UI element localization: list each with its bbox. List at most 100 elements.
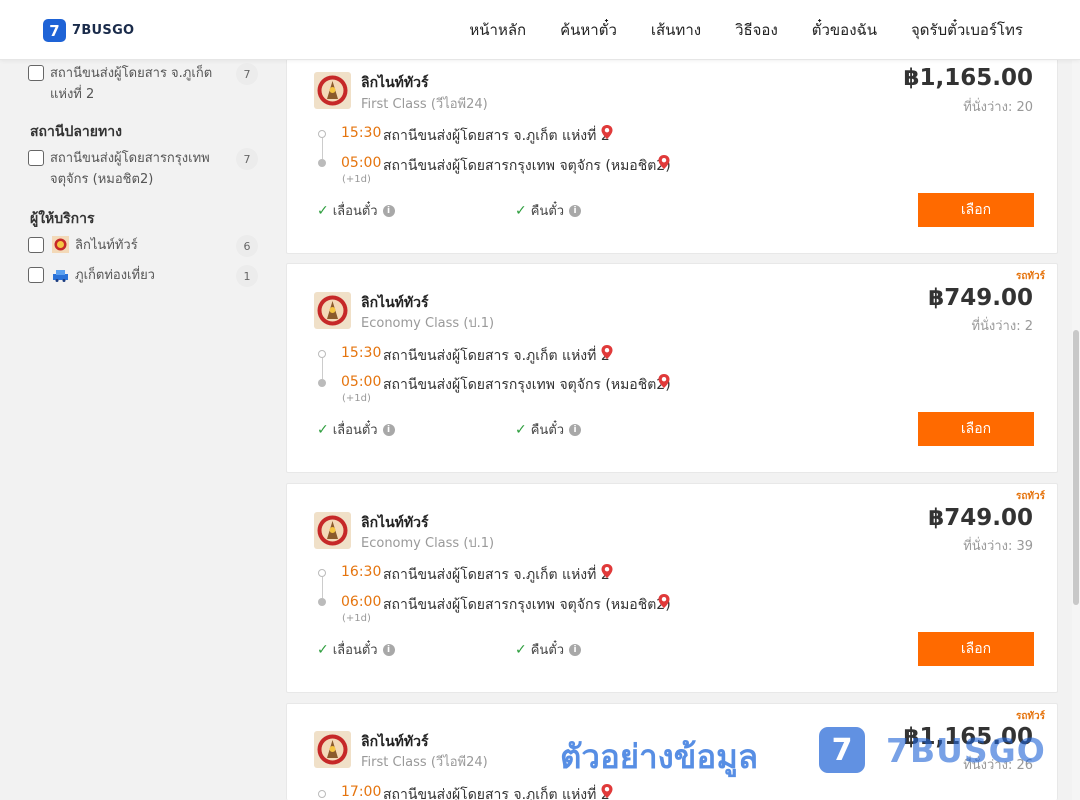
operator-heading: ผู้ให้บริการ	[30, 211, 95, 227]
operator-logo-icon	[314, 292, 351, 329]
location-pin-icon[interactable]	[600, 344, 614, 360]
filter-destination-station[interactable]: สถานีขนส่งผู้โดยสารกรุงเทพ จตุจักร (หมอช…	[28, 148, 258, 190]
operator-name: ลิกไนท์ทัวร์	[361, 295, 429, 311]
feature-label: เลื่อนตั๋ว	[332, 423, 378, 438]
feature-label: คืนตั๋ว	[530, 643, 565, 658]
info-icon[interactable]: i	[382, 643, 395, 656]
arrival-dot	[318, 598, 326, 606]
feature-reschedule: ✓ เลื่อนตั๋ว i	[317, 639, 395, 660]
checkbox[interactable]	[28, 237, 44, 253]
ticket-price: ฿749.00	[928, 505, 1033, 531]
nav-my-tickets[interactable]: ตั๋วของฉัน	[812, 18, 877, 42]
departure-time: 15:30	[341, 125, 382, 141]
filter-origin-station[interactable]: สถานีขนส่งผู้โดยสาร จ.ภูเก็ต แห่งที่ 2 7	[28, 63, 258, 105]
location-pin-icon[interactable]	[600, 124, 614, 140]
departure-station: สถานีขนส่งผู้โดยสาร จ.ภูเก็ต แห่งที่ 2	[383, 128, 610, 144]
feature-refund: ✓ คืนตั๋ว i	[515, 419, 582, 440]
departure-dot	[318, 130, 326, 138]
nav-ticket-pickup[interactable]: จุดรับตั๋วเบอร์โทร	[911, 18, 1023, 42]
info-icon[interactable]: i	[569, 423, 582, 436]
next-day-note: (+1d)	[342, 174, 371, 185]
nav-search-tickets[interactable]: ค้นหาตั๋ว	[560, 18, 617, 42]
next-day-note: (+1d)	[342, 613, 371, 624]
arrival-station: สถานีขนส่งผู้โดยสารกรุงเทพ จตุจักร (หมอช…	[383, 597, 671, 613]
site-logo[interactable]: 7 7BUSGO	[43, 19, 134, 42]
select-button[interactable]: เลือก	[918, 412, 1034, 446]
bus-class: Economy Class (ป.1)	[361, 536, 495, 551]
checkbox[interactable]	[28, 65, 44, 81]
filter-count: 7	[236, 148, 258, 170]
select-button[interactable]: เลือก	[918, 632, 1034, 666]
check-icon: ✓	[317, 641, 329, 658]
checkbox[interactable]	[28, 267, 44, 283]
feature-refund: ✓ คืนตั๋ว i	[515, 200, 582, 221]
next-day-note: (+1d)	[342, 393, 371, 404]
lignite-tour-logo-icon	[52, 236, 69, 253]
info-icon[interactable]: i	[569, 204, 582, 217]
check-icon: ✓	[515, 421, 527, 438]
location-pin-icon[interactable]	[600, 563, 614, 579]
departure-time: 15:30	[341, 345, 382, 361]
check-icon: ✓	[515, 202, 527, 219]
logo-mark: 7	[43, 19, 66, 42]
operator-logo-icon	[314, 72, 351, 109]
main-nav: หน้าหลัก ค้นหาตั๋ว เส้นทาง วิธีจอง ตั๋วข…	[435, 0, 1023, 60]
select-button[interactable]: เลือก	[918, 193, 1034, 227]
arrival-time: 05:00	[341, 155, 382, 171]
info-icon[interactable]: i	[382, 204, 395, 217]
feature-reschedule: ✓ เลื่อนตั๋ว i	[317, 419, 395, 440]
location-pin-icon[interactable]	[657, 593, 671, 609]
location-pin-icon[interactable]	[600, 783, 614, 799]
operator-logo-icon	[314, 731, 351, 768]
feature-label: เลื่อนตั๋ว	[332, 643, 378, 658]
info-icon[interactable]: i	[569, 643, 582, 656]
bus-type-tag: รถทัวร์	[1015, 711, 1045, 722]
logo-text: 7BUSGO	[72, 23, 135, 38]
filter-label: ภูเก็ตท่องเที่ยว	[75, 268, 155, 283]
nav-home[interactable]: หน้าหลัก	[469, 18, 526, 42]
route-line	[322, 138, 323, 159]
filter-operator-lignite[interactable]: ลิกไนท์ทัวร์ 6	[28, 235, 258, 257]
departure-dot	[318, 569, 326, 577]
scrollbar-thumb[interactable]	[1073, 330, 1079, 605]
departure-dot	[318, 790, 326, 798]
watermark-logo-mark: 7	[819, 727, 865, 773]
location-pin-icon[interactable]	[657, 154, 671, 170]
bus-type-tag: รถทัวร์	[1015, 271, 1045, 282]
nav-routes[interactable]: เส้นทาง	[651, 18, 701, 42]
operator-name: ลิกไนท์ทัวร์	[361, 515, 429, 531]
trip-card: รถทัวร์ ลิกไนท์ทัวร์ Economy Class (ป.1)…	[286, 263, 1058, 473]
operator-logo-icon	[314, 512, 351, 549]
watermark-brand: 7BUSGO	[886, 731, 1046, 770]
departure-time: 17:00	[341, 784, 382, 800]
feature-label: คืนตั๋ว	[530, 423, 565, 438]
filter-sidebar: สถานีขนส่งผู้โดยสาร จ.ภูเก็ต แห่งที่ 2 7…	[0, 60, 270, 800]
feature-label: เลื่อนตั๋ว	[332, 204, 378, 219]
bus-class: First Class (วีไอพี24)	[361, 755, 488, 770]
available-seats: ที่นั่งว่าง: 2	[971, 319, 1033, 334]
departure-station: สถานีขนส่งผู้โดยสาร จ.ภูเก็ต แห่งที่ 2	[383, 567, 610, 583]
nav-how-to-book[interactable]: วิธีจอง	[735, 18, 778, 42]
bus-type-tag: รถทัวร์	[1015, 491, 1045, 502]
ticket-price: ฿749.00	[928, 285, 1033, 311]
operator-name: ลิกไนท์ทัวร์	[361, 75, 429, 91]
top-header: 7 7BUSGO หน้าหลัก ค้นหาตั๋ว เส้นทาง วิธี…	[0, 0, 1080, 60]
sample-data-watermark: ตัวอย่างข้อมูล	[560, 737, 759, 776]
location-pin-icon[interactable]	[657, 373, 671, 389]
feature-label: คืนตั๋ว	[530, 204, 565, 219]
filter-operator-phuket[interactable]: ภูเก็ตท่องเที่ยว 1	[28, 265, 258, 287]
filter-count: 6	[236, 235, 258, 257]
filter-count: 7	[236, 63, 258, 85]
arrival-station: สถานีขนส่งผู้โดยสารกรุงเทพ จตุจักร (หมอช…	[383, 158, 671, 174]
info-icon[interactable]: i	[382, 423, 395, 436]
departure-time: 16:30	[341, 564, 382, 580]
filter-count: 1	[236, 265, 258, 287]
trip-card: รถทัวร์ ลิกไนท์ทัวร์ Economy Class (ป.1)…	[286, 483, 1058, 693]
checkbox[interactable]	[28, 150, 44, 166]
available-seats: ที่นั่งว่าง: 39	[963, 539, 1033, 554]
trip-card: ลิกไนท์ทัวร์ First Class (วีไอพี24) ฿1,1…	[286, 44, 1058, 254]
phuket-travel-logo-icon	[53, 270, 68, 282]
arrival-dot	[318, 159, 326, 167]
route-line	[322, 358, 323, 379]
page-scrollbar[interactable]	[1072, 60, 1080, 800]
